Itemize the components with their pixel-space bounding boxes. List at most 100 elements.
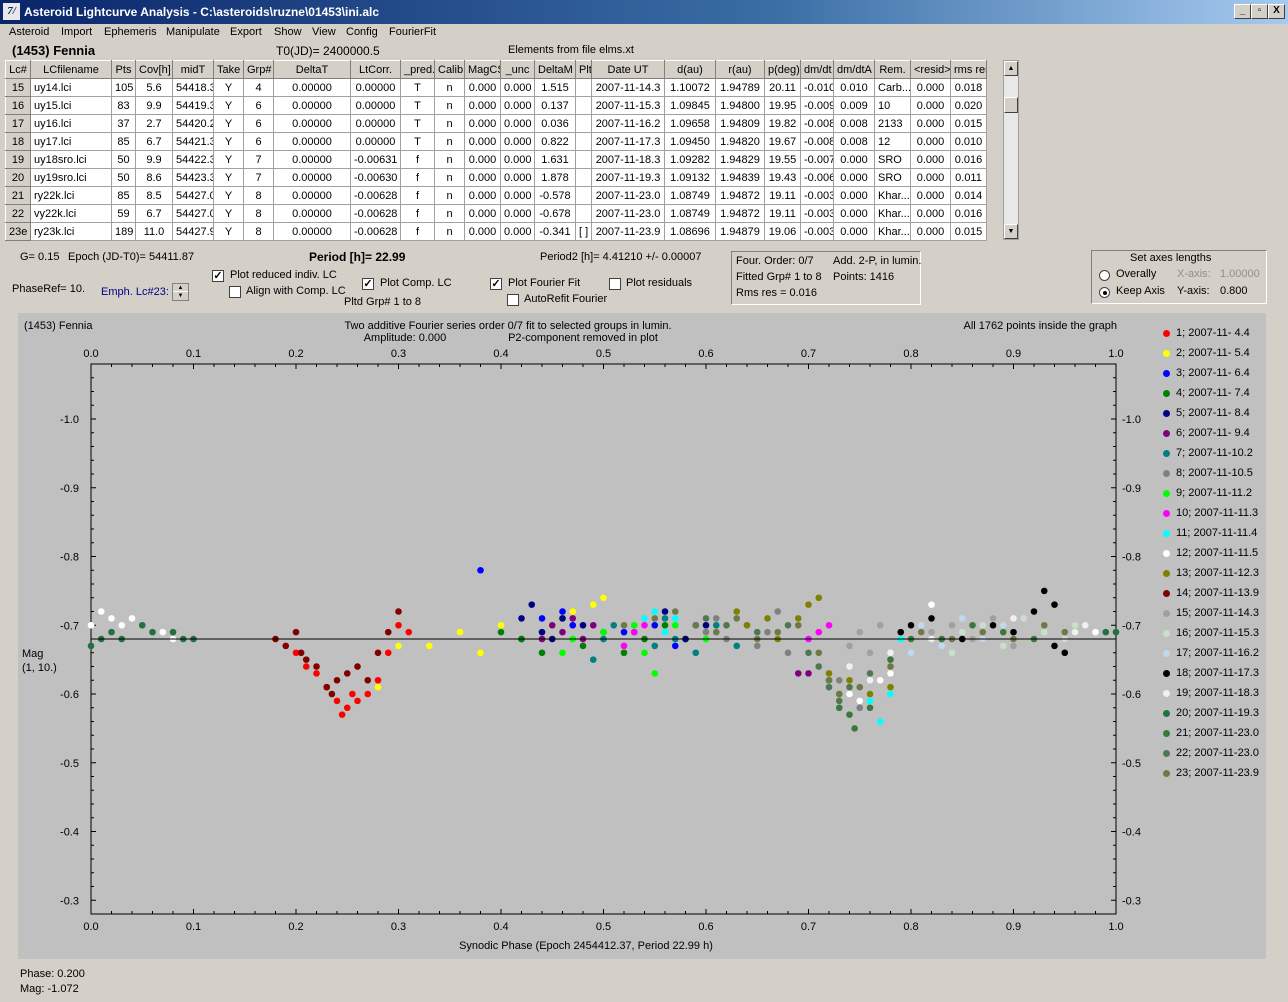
table-cell[interactable]: 20.11 (764, 78, 801, 97)
table-cell[interactable]: 19.95 (764, 96, 801, 115)
table-cell[interactable]: -0.003 (800, 186, 834, 205)
table-cell[interactable]: T (400, 96, 435, 115)
table-cell[interactable]: 0.000 (910, 96, 951, 115)
table-cell[interactable]: Y (213, 186, 244, 205)
column-header[interactable]: <resid> (910, 60, 951, 79)
table-row[interactable]: 22 vy22k.lci 59 6.7 54427.0 Y 8 0.00000 -0.00628… (5, 204, 987, 223)
table-cell[interactable]: 0.000 (464, 96, 501, 115)
emph-lc-spinner[interactable]: ▲ ▼ (172, 283, 189, 301)
table-cell[interactable]: 1.94789 (715, 78, 765, 97)
table-cell[interactable]: 54427.9 (172, 222, 214, 241)
table-cell[interactable]: f (400, 204, 435, 223)
table-cell[interactable]: 1.10072 (664, 78, 716, 97)
table-cell[interactable]: 0.000 (833, 222, 875, 241)
table-cell[interactable]: 0.000 (500, 132, 535, 151)
spin-up-icon[interactable]: ▲ (173, 284, 188, 292)
table-cell[interactable]: 9.9 (135, 96, 173, 115)
table-cell[interactable] (575, 114, 592, 133)
table-cell[interactable]: 105 (111, 78, 136, 97)
column-header[interactable]: dm/dtA (833, 60, 875, 79)
table-cell[interactable]: 2007-11-23.0 (591, 204, 665, 223)
column-header[interactable]: p(deg) (764, 60, 801, 79)
menu-manipulate[interactable]: Manipulate (166, 26, 220, 38)
table-cell[interactable]: T (400, 114, 435, 133)
table-cell[interactable]: f (400, 186, 435, 205)
table-cell[interactable]: 50 (111, 168, 136, 187)
column-header[interactable]: Take (213, 60, 244, 79)
table-cell[interactable] (575, 168, 592, 187)
table-cell[interactable]: n (434, 168, 465, 187)
phase-ref[interactable]: PhaseRef= 10. (12, 283, 85, 295)
column-header[interactable]: Date UT (591, 60, 665, 79)
table-row[interactable]: 18 uy17.lci 85 6.7 54421.3 Y 6 0.00000 0.00000 Tn… (5, 132, 987, 151)
table-cell[interactable]: n (434, 204, 465, 223)
column-header[interactable]: _pred. (400, 60, 435, 79)
table-cell[interactable]: 2007-11-16.2 (591, 114, 665, 133)
table-cell[interactable]: n (434, 78, 465, 97)
table-cell[interactable]: 10 (874, 96, 911, 115)
column-header[interactable]: Lc# (5, 60, 31, 79)
table-cell[interactable]: 0.000 (500, 204, 535, 223)
table-cell[interactable]: -0.341 (534, 222, 576, 241)
table-cell[interactable]: 1.94872 (715, 186, 765, 205)
lightcurve-table[interactable]: Lc# LCfilename Pts Cov[h] midT Take Grp# DeltaT… (5, 60, 987, 241)
table-cell[interactable]: 54420.2 (172, 114, 214, 133)
table-cell[interactable]: 0.014 (950, 186, 987, 205)
table-cell[interactable]: -0.00631 (350, 150, 401, 169)
table-cell[interactable]: 0.000 (910, 222, 951, 241)
table-cell[interactable]: uy17.lci (30, 132, 112, 151)
table-cell[interactable]: 37 (111, 114, 136, 133)
table-cell[interactable]: ry23k.lci (30, 222, 112, 241)
column-header[interactable]: Plt (575, 60, 592, 79)
table-cell[interactable]: 0.018 (950, 78, 987, 97)
table-cell[interactable]: 0.000 (833, 168, 875, 187)
table-cell[interactable]: ry22k.lci (30, 186, 112, 205)
table-cell[interactable]: -0.008 (800, 132, 834, 151)
column-header[interactable]: midT (172, 60, 214, 79)
table-cell[interactable]: 0.010 (950, 132, 987, 151)
column-header[interactable]: DeltaM (534, 60, 576, 79)
table-cell[interactable]: 19.43 (764, 168, 801, 187)
table-cell[interactable]: Y (213, 204, 244, 223)
table-cell[interactable]: 6.7 (135, 132, 173, 151)
table-cell[interactable]: f (400, 168, 435, 187)
table-cell[interactable]: 0.010 (833, 78, 875, 97)
table-cell[interactable]: 0.000 (464, 204, 501, 223)
table-cell[interactable]: 19.82 (764, 114, 801, 133)
plot-fourier-checkbox[interactable]: ✓ (490, 278, 502, 290)
table-cell[interactable]: 2.7 (135, 114, 173, 133)
table-cell[interactable]: 1.631 (534, 150, 576, 169)
table-cell[interactable]: 85 (111, 186, 136, 205)
table-cell[interactable]: 0.000 (464, 78, 501, 97)
table-cell[interactable]: 54419.3 (172, 96, 214, 115)
table-cell[interactable]: 54423.3 (172, 168, 214, 187)
period-value[interactable]: Period [h]= 22.99 (309, 250, 405, 264)
table-cell[interactable]: -0.010 (800, 78, 834, 97)
yaxis-value[interactable]: 0.800 (1220, 285, 1248, 297)
table-cell[interactable]: 1.08749 (664, 204, 716, 223)
table-cell[interactable]: 1.94800 (715, 96, 765, 115)
table-cell[interactable]: -0.009 (800, 96, 834, 115)
column-header[interactable]: Pts (111, 60, 136, 79)
row-number[interactable]: 19 (5, 150, 31, 169)
table-cell[interactable]: uy15.lci (30, 96, 112, 115)
menu-import[interactable]: Import (61, 26, 92, 38)
table-cell[interactable]: 1.94820 (715, 132, 765, 151)
table-cell[interactable]: 19.55 (764, 150, 801, 169)
row-number[interactable]: 21 (5, 186, 31, 205)
table-cell[interactable]: 0.822 (534, 132, 576, 151)
lightcurve-graph[interactable]: (1453) Fennia All 1762 points inside the … (18, 313, 1266, 959)
table-cell[interactable]: 19.11 (764, 204, 801, 223)
table-cell[interactable]: 1.09658 (664, 114, 716, 133)
table-cell[interactable]: 0.000 (910, 168, 951, 187)
table-cell[interactable]: 0.000 (910, 132, 951, 151)
table-cell[interactable]: Y (213, 132, 244, 151)
table-cell[interactable]: 19.11 (764, 186, 801, 205)
table-cell[interactable]: 0.015 (950, 222, 987, 241)
table-cell[interactable]: 0.000 (500, 186, 535, 205)
table-cell[interactable]: 2007-11-14.3 (591, 78, 665, 97)
table-cell[interactable]: 0.000 (464, 132, 501, 151)
table-cell[interactable]: 0.00000 (273, 222, 351, 241)
table-cell[interactable] (575, 78, 592, 97)
table-cell[interactable]: 2007-11-23.0 (591, 186, 665, 205)
